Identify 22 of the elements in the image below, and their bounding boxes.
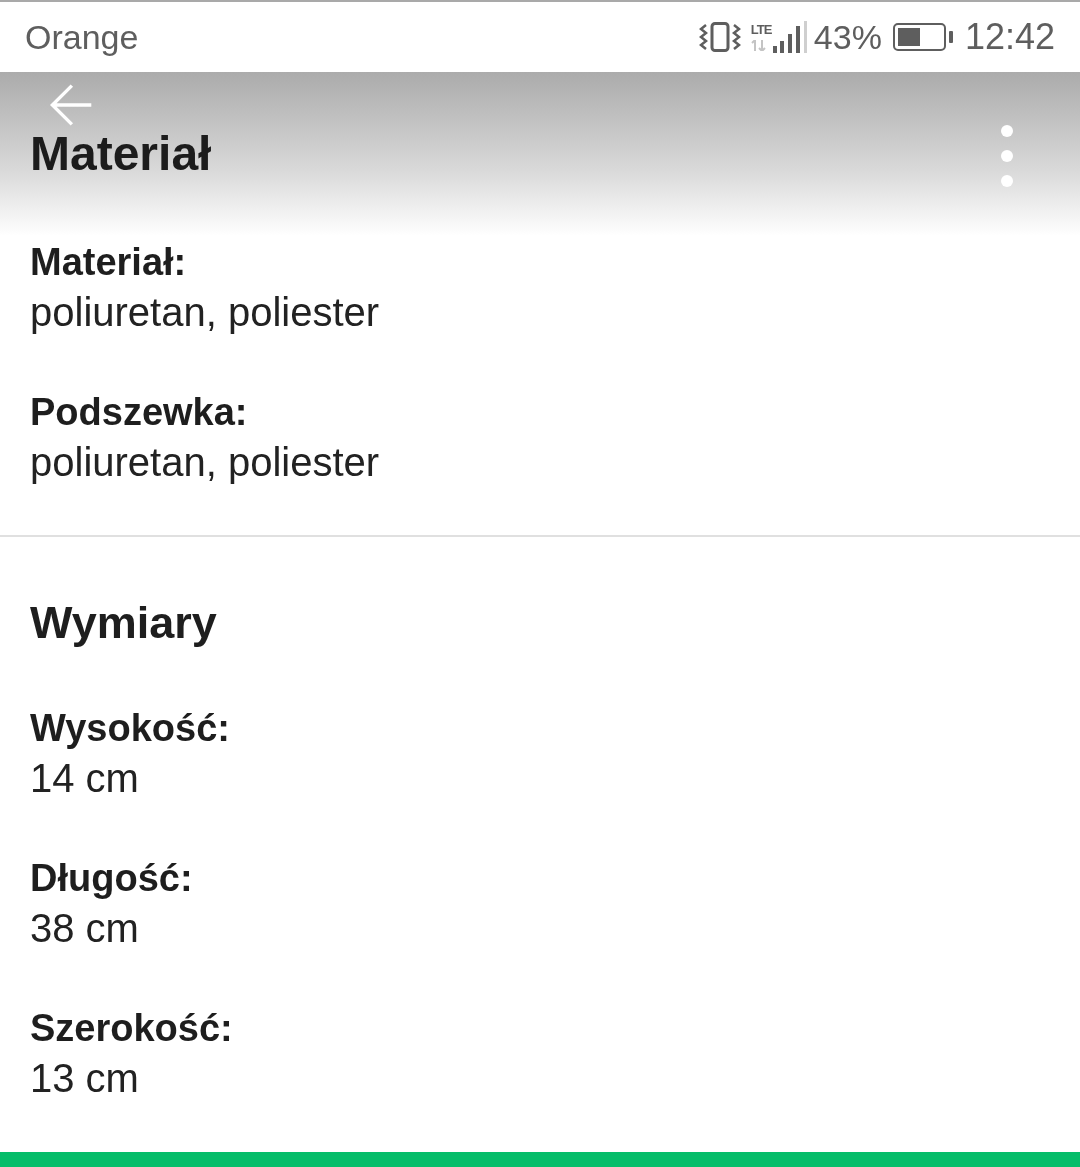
field-label: Wysokość: [30,706,230,751]
carrier-name: Orange [25,17,139,57]
field-label: Szerokość: [30,1006,233,1051]
page-title: Materiał [30,130,212,178]
field-value: poliuretan, poliester [30,439,380,486]
field-value: 14 cm [30,755,139,802]
signal-icon [772,21,808,54]
field-value: 13 cm [30,1055,139,1102]
field-label: Podszewka: [30,390,248,435]
vibrate-icon [698,22,741,52]
field-label: Długość: [30,856,193,901]
data-arrows-icon [750,39,766,51]
battery-percent: 43% [813,17,882,57]
network-type: LTE [750,23,772,36]
field-value: 38 cm [30,905,139,952]
field-label: Materiał: [30,240,187,285]
section-heading: Wymiary [30,596,217,650]
field-value: poliuretan, poliester [30,289,380,336]
battery-icon [892,23,955,51]
more-menu-icon[interactable] [999,123,1015,189]
clock-time: 12:42 [964,16,1055,58]
back-arrow-icon[interactable] [49,84,93,126]
